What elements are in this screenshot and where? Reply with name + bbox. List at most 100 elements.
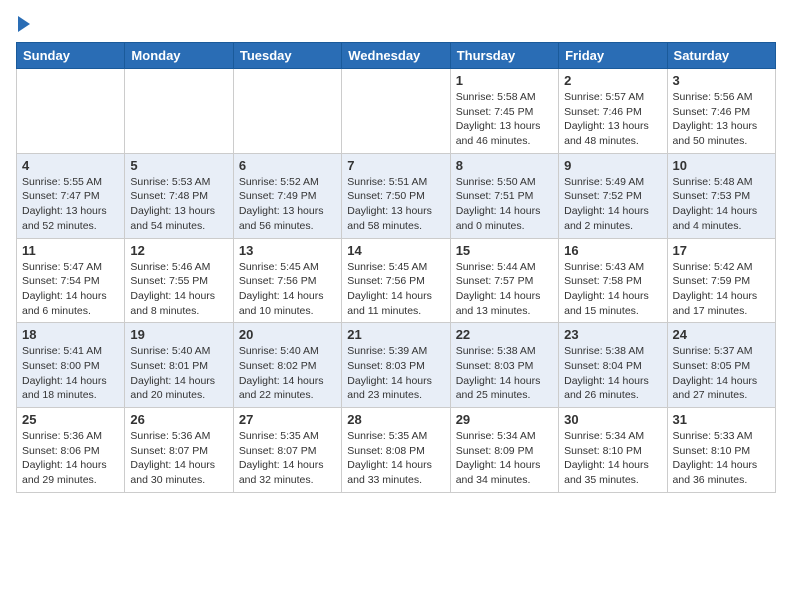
cell-content: Sunrise: 5:38 AM Sunset: 8:03 PM Dayligh…	[456, 344, 553, 403]
day-number: 9	[564, 158, 661, 173]
cell-content: Sunrise: 5:43 AM Sunset: 7:58 PM Dayligh…	[564, 260, 661, 319]
day-number: 26	[130, 412, 227, 427]
calendar-cell: 14 Sunrise: 5:45 AM Sunset: 7:56 PM Dayli…	[342, 238, 450, 323]
calendar-cell: 5Sunrise: 5:53 AM Sunset: 7:48 PM Daylig…	[125, 153, 233, 238]
calendar-cell: 10 Sunrise: 5:48 AM Sunset: 7:53 PM Dayli…	[667, 153, 775, 238]
day-number: 29	[456, 412, 553, 427]
day-number: 28	[347, 412, 444, 427]
cell-content: Sunrise: 5:34 AM Sunset: 8:10 PM Dayligh…	[564, 429, 661, 488]
calendar-cell	[342, 69, 450, 154]
day-number: 15	[456, 243, 553, 258]
calendar-cell: 7 Sunrise: 5:51 AM Sunset: 7:50 PM Daylig…	[342, 153, 450, 238]
weekday-header: Tuesday	[233, 43, 341, 69]
day-number: 1	[456, 73, 553, 88]
day-number: 5	[130, 158, 227, 173]
logo-arrow-icon	[18, 16, 30, 32]
weekday-header: Friday	[559, 43, 667, 69]
calendar-cell: 28 Sunrise: 5:35 AM Sunset: 8:08 PM Dayli…	[342, 408, 450, 493]
weekday-header: Monday	[125, 43, 233, 69]
day-number: 20	[239, 327, 336, 342]
day-number: 22	[456, 327, 553, 342]
cell-content: Sunrise: 5:35 AM Sunset: 8:08 PM Dayligh…	[347, 429, 444, 488]
calendar-table: SundayMondayTuesdayWednesdayThursdayFrid…	[16, 42, 776, 493]
calendar-week-row: 4 Sunrise: 5:55 AM Sunset: 7:47 PM Daylig…	[17, 153, 776, 238]
calendar-week-row: 18 Sunrise: 5:41 AM Sunset: 8:00 PM Dayli…	[17, 323, 776, 408]
calendar-cell	[233, 69, 341, 154]
cell-content: Sunrise: 5:35 AM Sunset: 8:07 PM Dayligh…	[239, 429, 336, 488]
weekday-header: Saturday	[667, 43, 775, 69]
calendar-cell	[17, 69, 125, 154]
calendar-cell: 17 Sunrise: 5:42 AM Sunset: 7:59 PM Dayli…	[667, 238, 775, 323]
cell-content: Sunrise: 5:49 AM Sunset: 7:52 PM Dayligh…	[564, 175, 661, 234]
day-number: 31	[673, 412, 770, 427]
calendar-cell: 18 Sunrise: 5:41 AM Sunset: 8:00 PM Dayli…	[17, 323, 125, 408]
cell-content: Sunrise: 5:45 AM Sunset: 7:56 PM Dayligh…	[347, 260, 444, 319]
cell-content: Sunrise: 5:40 AM Sunset: 8:02 PM Dayligh…	[239, 344, 336, 403]
day-number: 25	[22, 412, 119, 427]
day-number: 21	[347, 327, 444, 342]
day-number: 19	[130, 327, 227, 342]
cell-content: Sunrise: 5:58 AM Sunset: 7:45 PM Dayligh…	[456, 90, 553, 149]
logo	[16, 16, 30, 32]
day-number: 23	[564, 327, 661, 342]
cell-content: Sunrise: 5:41 AM Sunset: 8:00 PM Dayligh…	[22, 344, 119, 403]
day-number: 4	[22, 158, 119, 173]
calendar-cell: 1 Sunrise: 5:58 AM Sunset: 7:45 PM Daylig…	[450, 69, 558, 154]
cell-content: Sunrise: 5:36 AM Sunset: 8:06 PM Dayligh…	[22, 429, 119, 488]
day-number: 14	[347, 243, 444, 258]
calendar-cell	[125, 69, 233, 154]
day-number: 17	[673, 243, 770, 258]
calendar-week-row: 11 Sunrise: 5:47 AM Sunset: 7:54 PM Dayli…	[17, 238, 776, 323]
day-number: 18	[22, 327, 119, 342]
cell-content: Sunrise: 5:33 AM Sunset: 8:10 PM Dayligh…	[673, 429, 770, 488]
day-number: 11	[22, 243, 119, 258]
calendar-cell: 13Sunrise: 5:45 AM Sunset: 7:56 PM Dayli…	[233, 238, 341, 323]
calendar-cell: 4 Sunrise: 5:55 AM Sunset: 7:47 PM Daylig…	[17, 153, 125, 238]
day-number: 30	[564, 412, 661, 427]
cell-content: Sunrise: 5:48 AM Sunset: 7:53 PM Dayligh…	[673, 175, 770, 234]
cell-content: Sunrise: 5:45 AM Sunset: 7:56 PM Dayligh…	[239, 260, 336, 319]
cell-content: Sunrise: 5:34 AM Sunset: 8:09 PM Dayligh…	[456, 429, 553, 488]
cell-content: Sunrise: 5:52 AM Sunset: 7:49 PM Dayligh…	[239, 175, 336, 234]
cell-content: Sunrise: 5:51 AM Sunset: 7:50 PM Dayligh…	[347, 175, 444, 234]
day-number: 12	[130, 243, 227, 258]
cell-content: Sunrise: 5:40 AM Sunset: 8:01 PM Dayligh…	[130, 344, 227, 403]
day-number: 16	[564, 243, 661, 258]
cell-content: Sunrise: 5:38 AM Sunset: 8:04 PM Dayligh…	[564, 344, 661, 403]
calendar-cell: 29 Sunrise: 5:34 AM Sunset: 8:09 PM Dayli…	[450, 408, 558, 493]
calendar-header-row: SundayMondayTuesdayWednesdayThursdayFrid…	[17, 43, 776, 69]
calendar-cell: 31 Sunrise: 5:33 AM Sunset: 8:10 PM Dayli…	[667, 408, 775, 493]
calendar-cell: 21 Sunrise: 5:39 AM Sunset: 8:03 PM Dayli…	[342, 323, 450, 408]
cell-content: Sunrise: 5:37 AM Sunset: 8:05 PM Dayligh…	[673, 344, 770, 403]
cell-content: Sunrise: 5:42 AM Sunset: 7:59 PM Dayligh…	[673, 260, 770, 319]
weekday-header: Thursday	[450, 43, 558, 69]
calendar-cell: 3Sunrise: 5:56 AM Sunset: 7:46 PM Daylig…	[667, 69, 775, 154]
calendar-cell: 25 Sunrise: 5:36 AM Sunset: 8:06 PM Dayli…	[17, 408, 125, 493]
calendar-cell: 26 Sunrise: 5:36 AM Sunset: 8:07 PM Dayli…	[125, 408, 233, 493]
day-number: 7	[347, 158, 444, 173]
day-number: 8	[456, 158, 553, 173]
calendar-cell: 15 Sunrise: 5:44 AM Sunset: 7:57 PM Dayli…	[450, 238, 558, 323]
cell-content: Sunrise: 5:36 AM Sunset: 8:07 PM Dayligh…	[130, 429, 227, 488]
day-number: 2	[564, 73, 661, 88]
cell-content: Sunrise: 5:39 AM Sunset: 8:03 PM Dayligh…	[347, 344, 444, 403]
calendar-cell: 23 Sunrise: 5:38 AM Sunset: 8:04 PM Dayli…	[559, 323, 667, 408]
day-number: 10	[673, 158, 770, 173]
calendar-cell: 8 Sunrise: 5:50 AM Sunset: 7:51 PM Daylig…	[450, 153, 558, 238]
calendar-cell: 2Sunrise: 5:57 AM Sunset: 7:46 PM Daylig…	[559, 69, 667, 154]
weekday-header: Sunday	[17, 43, 125, 69]
page-header	[16, 16, 776, 32]
cell-content: Sunrise: 5:47 AM Sunset: 7:54 PM Dayligh…	[22, 260, 119, 319]
calendar-week-row: 25 Sunrise: 5:36 AM Sunset: 8:06 PM Dayli…	[17, 408, 776, 493]
cell-content: Sunrise: 5:46 AM Sunset: 7:55 PM Dayligh…	[130, 260, 227, 319]
day-number: 24	[673, 327, 770, 342]
calendar-cell: 11 Sunrise: 5:47 AM Sunset: 7:54 PM Dayli…	[17, 238, 125, 323]
cell-content: Sunrise: 5:55 AM Sunset: 7:47 PM Dayligh…	[22, 175, 119, 234]
calendar-cell: 24 Sunrise: 5:37 AM Sunset: 8:05 PM Dayli…	[667, 323, 775, 408]
cell-content: Sunrise: 5:44 AM Sunset: 7:57 PM Dayligh…	[456, 260, 553, 319]
cell-content: Sunrise: 5:50 AM Sunset: 7:51 PM Dayligh…	[456, 175, 553, 234]
day-number: 27	[239, 412, 336, 427]
day-number: 6	[239, 158, 336, 173]
calendar-cell: 27 Sunrise: 5:35 AM Sunset: 8:07 PM Dayli…	[233, 408, 341, 493]
calendar-cell: 22 Sunrise: 5:38 AM Sunset: 8:03 PM Dayli…	[450, 323, 558, 408]
